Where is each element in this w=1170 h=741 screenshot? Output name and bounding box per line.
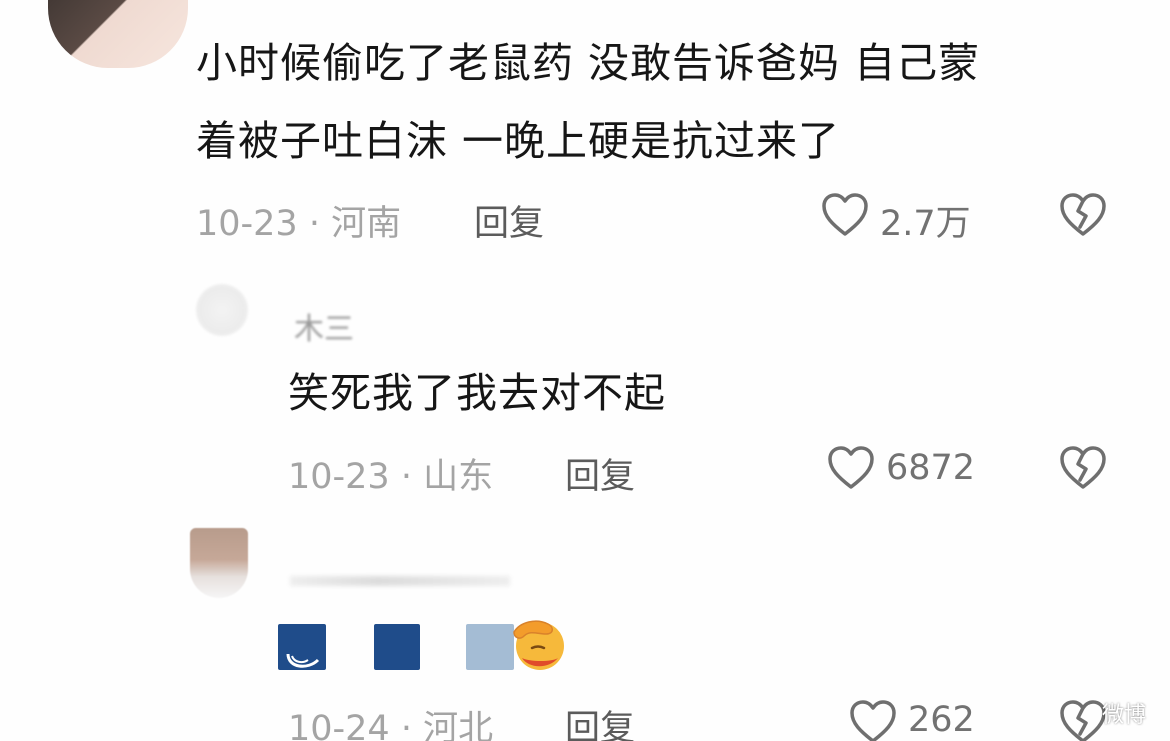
broken-heart-icon[interactable] [1058, 444, 1108, 492]
comment-meta: 10-24 · 河北 [288, 700, 493, 741]
reply-button[interactable]: 回复 [565, 448, 635, 499]
comment-date: 10-23 [288, 457, 390, 497]
heart-outline-icon[interactable] [848, 698, 898, 741]
meta-separator: · [400, 709, 412, 741]
comment-date: 10-24 [288, 709, 390, 741]
comment-location: 河南 [331, 204, 402, 244]
comment-date: 10-23 [196, 204, 298, 244]
avatar[interactable] [196, 284, 248, 336]
username[interactable]: 木三 [294, 304, 354, 348]
blurred-emoji-3 [466, 624, 514, 670]
comment-location: 河北 [423, 709, 494, 741]
heart-outline-icon[interactable] [826, 444, 876, 492]
emoji-comment [278, 618, 578, 678]
face-palm-emoji [513, 620, 564, 670]
blurred-emoji-1 [278, 624, 326, 670]
like-count: 2.7万 [880, 204, 971, 244]
comment-text-line-2: 着被子吐白沫 一晚上硬是抗过来了 [196, 117, 841, 165]
reply-button[interactable]: 回复 [474, 195, 544, 246]
watermark: 微博 [1101, 703, 1146, 728]
avatar[interactable] [48, 0, 188, 68]
avatar[interactable] [190, 528, 248, 598]
meta-separator: · [308, 204, 320, 244]
comment-text-line-1: 小时候偷吃了老鼠药 没敢告诉爸妈 自己蒙 [196, 39, 981, 87]
like-count: 262 [908, 700, 975, 740]
comment-thread: 小时候偷吃了老鼠药 没敢告诉爸妈 自己蒙 着被子吐白沫 一晚上硬是抗过来了 10… [0, 0, 1170, 741]
broken-heart-icon[interactable] [1058, 191, 1108, 239]
broken-heart-icon[interactable] [1058, 698, 1108, 741]
username-redacted[interactable] [290, 576, 510, 586]
reply-button[interactable]: 回复 [565, 700, 635, 741]
comment-meta: 10-23 · 河南 [196, 195, 401, 246]
meta-separator: · [400, 457, 412, 497]
comment-location: 山东 [423, 457, 494, 497]
comment-text: 笑死我了我去对不起 [288, 369, 666, 417]
heart-outline-icon[interactable] [820, 191, 870, 239]
comment-meta: 10-23 · 山东 [288, 448, 493, 499]
like-count: 6872 [886, 448, 976, 488]
blurred-emoji-2 [374, 624, 420, 670]
